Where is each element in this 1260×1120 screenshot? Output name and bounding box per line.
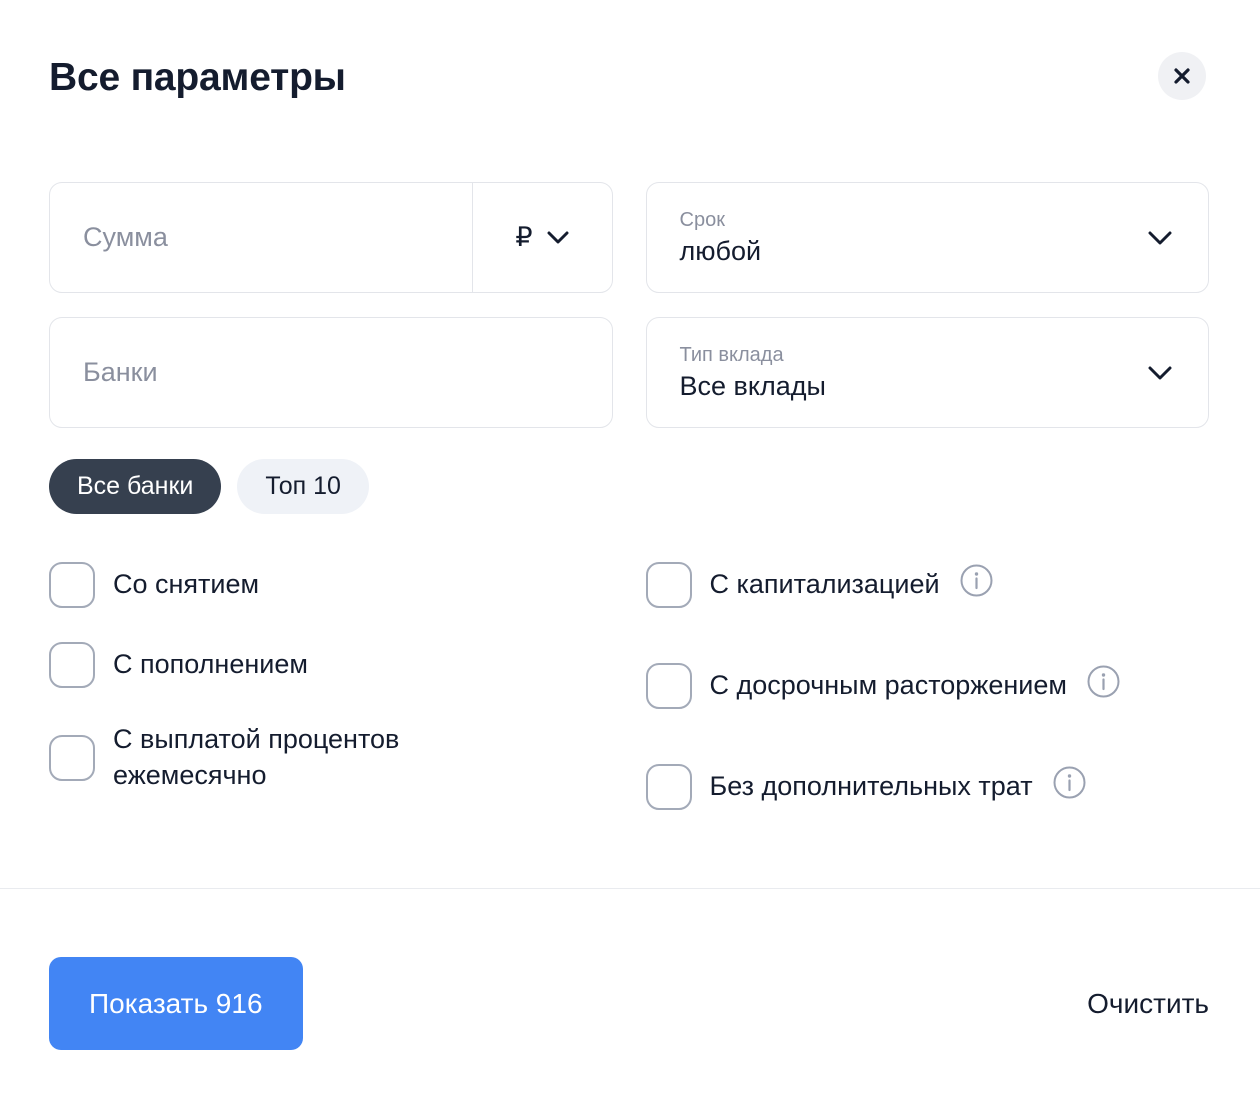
deposit-type-select[interactable]: Тип вклада Все вклады: [645, 317, 1209, 428]
close-button[interactable]: [1158, 52, 1206, 100]
checkbox-icon[interactable]: [49, 642, 95, 688]
checkbox-label: Со снятием: [113, 569, 260, 600]
checkbox-icon[interactable]: [645, 663, 692, 709]
modal-header: Все параметры: [0, 0, 1260, 160]
sum-placeholder: Сумма: [83, 222, 168, 252]
checkbox-label: С пополнением: [113, 649, 308, 680]
banks-field[interactable]: Банки: [49, 317, 613, 428]
info-icon[interactable]: [960, 564, 993, 597]
checkbox-label: С капитализацией: [709, 569, 940, 600]
checkbox-label: С досрочным расторжением: [709, 670, 1067, 701]
term-select[interactable]: Срок любой: [645, 182, 1209, 293]
filter-fields: Сумма ₽ Срок любой Банки Тип вклада Все …: [49, 182, 1209, 452]
checkbox-icon[interactable]: [645, 764, 692, 810]
checkbox-row-replenishment[interactable]: С пополнением: [49, 642, 613, 688]
checkbox-row-capitalization[interactable]: С капитализацией: [645, 562, 1210, 608]
all-parameters-modal: Все параметры Сумма ₽ Срок любой Банки Т…: [0, 0, 1260, 1120]
checkbox-column-left: Со снятием С пополнением С выплатой проц…: [49, 562, 613, 810]
info-icon[interactable]: [1087, 665, 1120, 698]
chevron-down-icon: [547, 231, 569, 244]
footer-divider: [0, 888, 1260, 889]
checkbox-icon[interactable]: [49, 562, 95, 608]
field-row-2: Банки Тип вклада Все вклады: [49, 317, 1209, 428]
currency-picker[interactable]: ₽: [471, 183, 612, 292]
deposit-type-label: Тип вклада: [679, 343, 784, 366]
checkbox-column-right: С капитализацией С досрочным расторжение…: [645, 562, 1210, 810]
checkbox-row-monthly-interest[interactable]: С выплатой процентов ежемесячно: [49, 722, 613, 793]
checkbox-row-early-termination[interactable]: С досрочным расторжением: [645, 663, 1210, 709]
modal-footer: Показать 916 Очистить: [49, 957, 1211, 1050]
deposit-type-content: Тип вклада Все вклады: [647, 344, 1209, 402]
sum-field[interactable]: Сумма ₽: [49, 182, 613, 293]
clear-button[interactable]: Очистить: [1085, 982, 1211, 1026]
deposit-type-value: Все вклады: [679, 370, 826, 401]
checkbox-label: С выплатой процентов ежемесячно: [113, 724, 400, 790]
pill-all-banks[interactable]: Все банки: [49, 459, 222, 514]
bank-scope-toggle: Все банки Топ 10: [49, 459, 369, 514]
info-icon[interactable]: [1053, 766, 1086, 799]
pill-top-10[interactable]: Топ 10: [237, 459, 369, 514]
chevron-down-icon: [1148, 231, 1172, 245]
checkbox-row-withdrawal[interactable]: Со снятием: [49, 562, 613, 608]
checkbox-icon[interactable]: [645, 562, 692, 608]
term-label: Срок: [679, 208, 725, 231]
term-value: любой: [679, 235, 762, 266]
checkbox-label: Без дополнительных трат: [709, 771, 1033, 802]
checkbox-area: Со снятием С пополнением С выплатой проц…: [49, 562, 1209, 810]
term-select-content: Срок любой: [647, 209, 1209, 267]
sum-input[interactable]: Сумма: [50, 183, 472, 292]
field-row-1: Сумма ₽ Срок любой: [49, 182, 1209, 293]
page-title: Все параметры: [49, 56, 346, 99]
ruble-icon: ₽: [515, 222, 533, 252]
checkbox-icon[interactable]: [49, 734, 95, 781]
checkbox-row-no-extra-costs[interactable]: Без дополнительных трат: [645, 764, 1210, 810]
chevron-down-icon: [1148, 366, 1172, 380]
banks-placeholder: Банки: [83, 357, 158, 387]
show-results-button[interactable]: Показать 916: [49, 957, 303, 1050]
close-icon: [1174, 68, 1190, 84]
